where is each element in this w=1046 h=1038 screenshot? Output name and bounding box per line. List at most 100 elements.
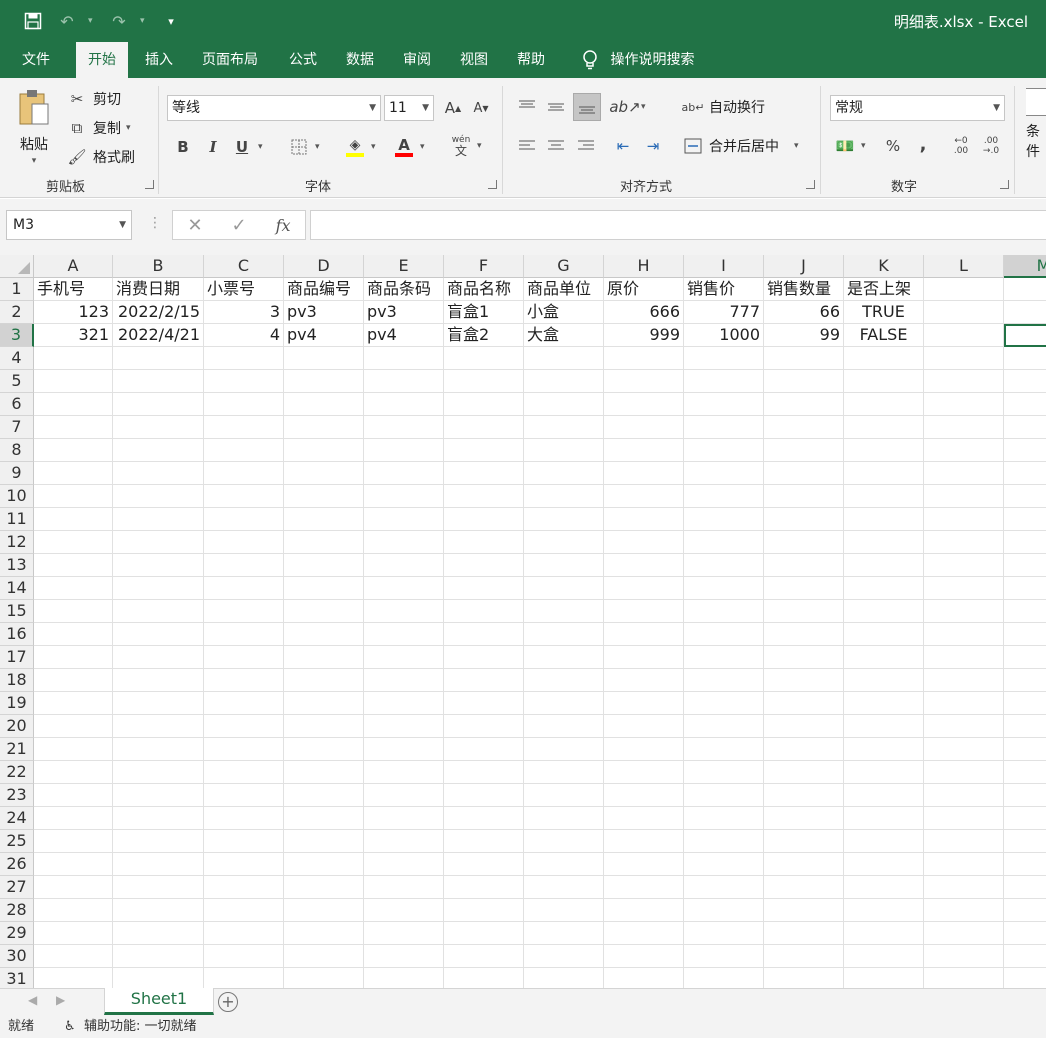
- cell[interactable]: [364, 784, 444, 807]
- cell[interactable]: [604, 623, 684, 646]
- name-box[interactable]: M3 ▼: [6, 210, 132, 240]
- cell[interactable]: [364, 899, 444, 922]
- cell[interactable]: [34, 692, 113, 715]
- cell[interactable]: [444, 738, 524, 761]
- cell[interactable]: [764, 485, 844, 508]
- cell[interactable]: [34, 416, 113, 439]
- cell[interactable]: [924, 899, 1004, 922]
- cell[interactable]: [113, 761, 204, 784]
- cell[interactable]: [1004, 508, 1046, 531]
- cell[interactable]: [604, 347, 684, 370]
- row-header[interactable]: 13: [0, 554, 34, 577]
- cell[interactable]: [204, 899, 284, 922]
- number-launcher-icon[interactable]: [1000, 180, 1009, 189]
- row-header[interactable]: 4: [0, 347, 34, 370]
- row-header[interactable]: 8: [0, 439, 34, 462]
- row-header[interactable]: 31: [0, 968, 34, 988]
- cell[interactable]: [204, 531, 284, 554]
- cell[interactable]: [924, 600, 1004, 623]
- cell[interactable]: [604, 945, 684, 968]
- cell[interactable]: [524, 554, 604, 577]
- font-size-select[interactable]: 11 ▼: [384, 95, 434, 121]
- underline-dropdown-icon[interactable]: ▾: [258, 142, 263, 152]
- cell[interactable]: [204, 554, 284, 577]
- cell[interactable]: [924, 577, 1004, 600]
- cell[interactable]: [604, 692, 684, 715]
- cell[interactable]: [204, 922, 284, 945]
- cell[interactable]: [364, 876, 444, 899]
- cell[interactable]: [524, 784, 604, 807]
- cell[interactable]: [284, 761, 364, 784]
- cell[interactable]: [444, 508, 524, 531]
- cell[interactable]: [364, 347, 444, 370]
- cell[interactable]: [924, 370, 1004, 393]
- formula-bar-grip-icon[interactable]: ⋮: [148, 215, 162, 231]
- tab-home[interactable]: 开始: [76, 42, 128, 78]
- cell[interactable]: [34, 922, 113, 945]
- cell[interactable]: [844, 945, 924, 968]
- cell[interactable]: [1004, 278, 1046, 301]
- cell[interactable]: [1004, 899, 1046, 922]
- cell[interactable]: [284, 853, 364, 876]
- cell[interactable]: [1004, 646, 1046, 669]
- cell[interactable]: [204, 830, 284, 853]
- cell[interactable]: [764, 393, 844, 416]
- italic-button[interactable]: I: [202, 136, 224, 158]
- cell[interactable]: [364, 439, 444, 462]
- cell[interactable]: [284, 899, 364, 922]
- cell[interactable]: [684, 577, 764, 600]
- cell[interactable]: [444, 968, 524, 988]
- cell[interactable]: [684, 370, 764, 393]
- cell[interactable]: [444, 347, 524, 370]
- cell[interactable]: [284, 715, 364, 738]
- cell[interactable]: [764, 347, 844, 370]
- alignment-launcher-icon[interactable]: [806, 180, 815, 189]
- cell[interactable]: [34, 462, 113, 485]
- redo-dropdown-icon[interactable]: ▾: [140, 16, 150, 26]
- cell[interactable]: [924, 922, 1004, 945]
- decrease-decimal-button[interactable]: .00 →.0: [980, 135, 1002, 157]
- cell[interactable]: [1004, 784, 1046, 807]
- cell[interactable]: 是否上架: [844, 278, 924, 301]
- cell[interactable]: [844, 439, 924, 462]
- orientation-dropdown-icon[interactable]: ▾: [641, 102, 646, 112]
- accounting-format-button[interactable]: 💵 ▾: [834, 135, 866, 157]
- save-icon[interactable]: [20, 8, 46, 34]
- cell[interactable]: [604, 853, 684, 876]
- row-header[interactable]: 9: [0, 462, 34, 485]
- cell[interactable]: [34, 830, 113, 853]
- cell[interactable]: [684, 416, 764, 439]
- cell[interactable]: [924, 347, 1004, 370]
- cell[interactable]: [844, 738, 924, 761]
- paste-button[interactable]: 粘贴 ▾: [16, 88, 52, 166]
- number-format-select[interactable]: 常规 ▼: [830, 95, 1005, 121]
- undo-icon[interactable]: ↶: [54, 8, 80, 34]
- cell[interactable]: [764, 692, 844, 715]
- cell[interactable]: [113, 577, 204, 600]
- cell[interactable]: [524, 485, 604, 508]
- cell[interactable]: [113, 784, 204, 807]
- font-color-button[interactable]: A ▾: [393, 134, 425, 160]
- phonetic-dropdown-icon[interactable]: ▾: [477, 141, 482, 151]
- cell[interactable]: [684, 623, 764, 646]
- cell[interactable]: [764, 577, 844, 600]
- cell[interactable]: [524, 922, 604, 945]
- cell[interactable]: [364, 738, 444, 761]
- cell[interactable]: [364, 600, 444, 623]
- cell[interactable]: [204, 600, 284, 623]
- row-header[interactable]: 26: [0, 853, 34, 876]
- cell[interactable]: [113, 876, 204, 899]
- cell[interactable]: 商品条码: [364, 278, 444, 301]
- cell[interactable]: [1004, 301, 1046, 324]
- cell[interactable]: [844, 485, 924, 508]
- row-header[interactable]: 10: [0, 485, 34, 508]
- cell[interactable]: [684, 393, 764, 416]
- scroll-left-icon[interactable]: ◀: [28, 993, 37, 1007]
- tab-formulas[interactable]: 公式: [277, 42, 329, 78]
- cell[interactable]: [364, 623, 444, 646]
- cell[interactable]: [604, 393, 684, 416]
- cell[interactable]: [204, 738, 284, 761]
- cell[interactable]: [204, 485, 284, 508]
- tab-data[interactable]: 数据: [334, 42, 386, 78]
- cell[interactable]: [684, 646, 764, 669]
